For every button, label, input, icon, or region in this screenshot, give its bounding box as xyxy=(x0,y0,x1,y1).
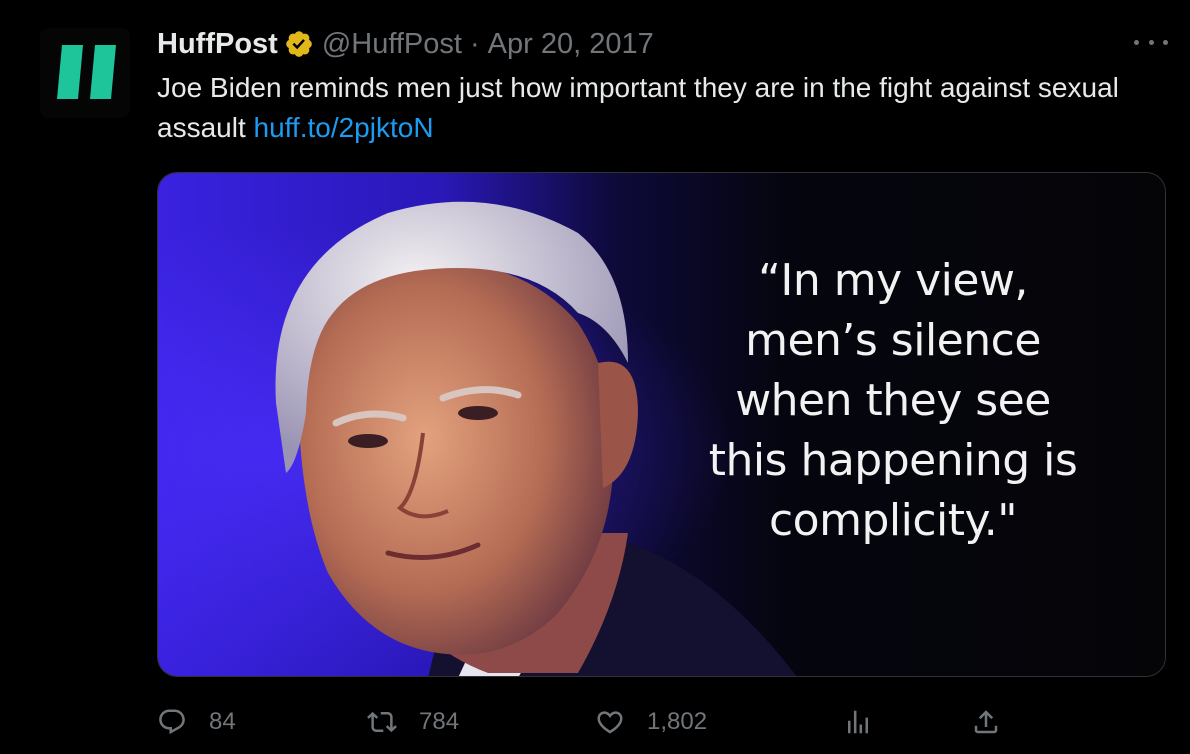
tweet-text: Joe Biden reminds men just how important… xyxy=(157,68,1147,148)
verified-badge-icon[interactable] xyxy=(284,29,314,59)
retweet-button[interactable]: 784 xyxy=(367,702,459,742)
retweet-icon xyxy=(367,707,397,737)
share-button[interactable] xyxy=(971,702,1001,742)
tweet-header: HuffPost @HuffPost · Apr 20, 2017 xyxy=(157,26,654,62)
like-button[interactable]: 1,802 xyxy=(595,702,707,742)
display-name[interactable]: HuffPost xyxy=(157,28,278,61)
quote-overlay: “In my view, men’s silence when they see… xyxy=(678,251,1108,551)
tweet-actions: 84 784 1,802 xyxy=(157,702,1167,742)
tweet-media-image[interactable]: “In my view, men’s silence when they see… xyxy=(157,172,1166,677)
views-icon xyxy=(843,707,873,737)
more-options-icon[interactable] xyxy=(1134,30,1168,54)
quote-line: when they see xyxy=(735,375,1051,426)
avatar[interactable] xyxy=(40,28,130,118)
huffpost-logo-icon xyxy=(40,28,130,118)
heart-icon xyxy=(595,707,625,737)
quote-line: complicity." xyxy=(768,495,1018,546)
tweet-link[interactable]: huff.to/2pjktoN xyxy=(254,112,434,143)
separator: · xyxy=(469,27,480,60)
tweet[interactable]: HuffPost @HuffPost · Apr 20, 2017 Joe Bi… xyxy=(0,0,1190,754)
share-icon xyxy=(971,707,1001,737)
reply-icon xyxy=(157,707,187,737)
quote-line: this happening is xyxy=(708,435,1078,486)
quote-line: men’s silence xyxy=(745,315,1041,366)
views-button[interactable] xyxy=(843,702,873,742)
reply-button[interactable]: 84 xyxy=(157,702,236,742)
reply-count: 84 xyxy=(209,708,236,735)
like-count: 1,802 xyxy=(647,708,708,735)
tweet-date[interactable]: Apr 20, 2017 xyxy=(488,28,654,61)
handle[interactable]: @HuffPost xyxy=(322,28,462,61)
retweet-count: 784 xyxy=(419,708,460,735)
quote-line: “In my view, xyxy=(758,255,1028,306)
